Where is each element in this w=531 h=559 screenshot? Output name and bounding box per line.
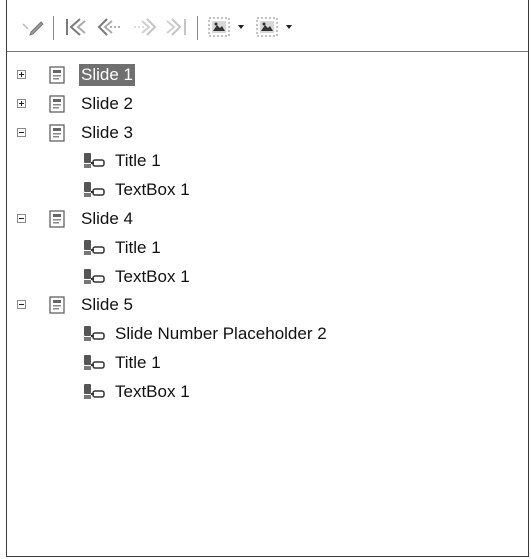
collapse-icon[interactable] [17, 214, 26, 223]
navigator-tree: Slide 1 Slide 2 Slide 3 Title 1 TextBox 1 Sli… [7, 52, 528, 556]
previous-slide-button[interactable] [95, 14, 123, 40]
tree-item-label: Slide 4 [81, 209, 133, 228]
slide-icon [47, 295, 67, 315]
tree-item-shape[interactable]: TextBox 1 [7, 379, 528, 405]
navigator-toolbar [7, 0, 528, 52]
first-slide-button[interactable] [63, 14, 89, 40]
collapse-icon[interactable] [17, 127, 26, 137]
shape-icon [81, 382, 107, 402]
tree-item-shape[interactable]: TextBox 1 [7, 264, 528, 290]
tree-item-label: Title 1 [115, 237, 161, 257]
shape-icon [81, 324, 107, 344]
slide-icon [47, 123, 67, 143]
tree-item-label: Slide 2 [81, 93, 133, 113]
tree-item-label: TextBox 1 [115, 180, 190, 200]
drag-mode-icon[interactable] [205, 14, 233, 40]
tree-item-slide[interactable]: Slide 4 [7, 206, 528, 232]
toolbar-separator [53, 16, 54, 40]
last-slide-button[interactable] [163, 14, 191, 40]
slide-icon [47, 94, 67, 114]
tree-item-shape[interactable]: Slide Number Placeholder 2 [7, 321, 528, 347]
navigator-panel: Slide 1 Slide 2 Slide 3 Title 1 TextBox 1 Sli… [6, 0, 529, 557]
tree-item-label: TextBox 1 [115, 266, 190, 286]
drag-mode-dropdown-icon[interactable] [235, 14, 247, 40]
edit-icon[interactable] [21, 14, 45, 40]
tree-item-slide[interactable]: Slide 5 [7, 292, 528, 318]
tree-item-label: Slide 3 [81, 122, 133, 142]
tree-item-label: Slide 5 [81, 295, 133, 315]
show-shapes-icon[interactable] [253, 14, 281, 40]
tree-item-label: Slide 1 [79, 64, 135, 86]
tree-item-shape[interactable]: Title 1 [7, 235, 528, 261]
shape-icon [81, 180, 107, 200]
slide-icon [47, 65, 67, 85]
next-slide-button[interactable] [131, 14, 159, 40]
tree-item-shape[interactable]: Title 1 [7, 350, 528, 376]
tree-item-label: Title 1 [115, 353, 161, 372]
tree-item-label: TextBox 1 [115, 381, 190, 401]
shape-icon [81, 151, 107, 171]
tree-item-slide[interactable]: Slide 2 [7, 91, 528, 117]
slide-icon [47, 209, 67, 229]
tree-item-shape[interactable]: TextBox 1 [7, 177, 528, 203]
tree-item-slide[interactable]: Slide 3 [7, 120, 528, 146]
toolbar-separator [197, 16, 198, 40]
tree-item-shape[interactable]: Title 1 [7, 148, 528, 174]
shape-icon [81, 238, 107, 258]
shape-icon [81, 267, 107, 287]
shape-icon [81, 353, 107, 373]
collapse-icon[interactable] [17, 300, 26, 310]
tree-item-label: Title 1 [115, 151, 161, 171]
expand-icon[interactable] [17, 98, 26, 108]
tree-item-label: Slide Number Placeholder 2 [115, 324, 327, 344]
expand-icon[interactable] [17, 70, 26, 79]
show-shapes-dropdown-icon[interactable] [283, 14, 295, 40]
tree-item-slide[interactable]: Slide 1 [7, 62, 528, 88]
